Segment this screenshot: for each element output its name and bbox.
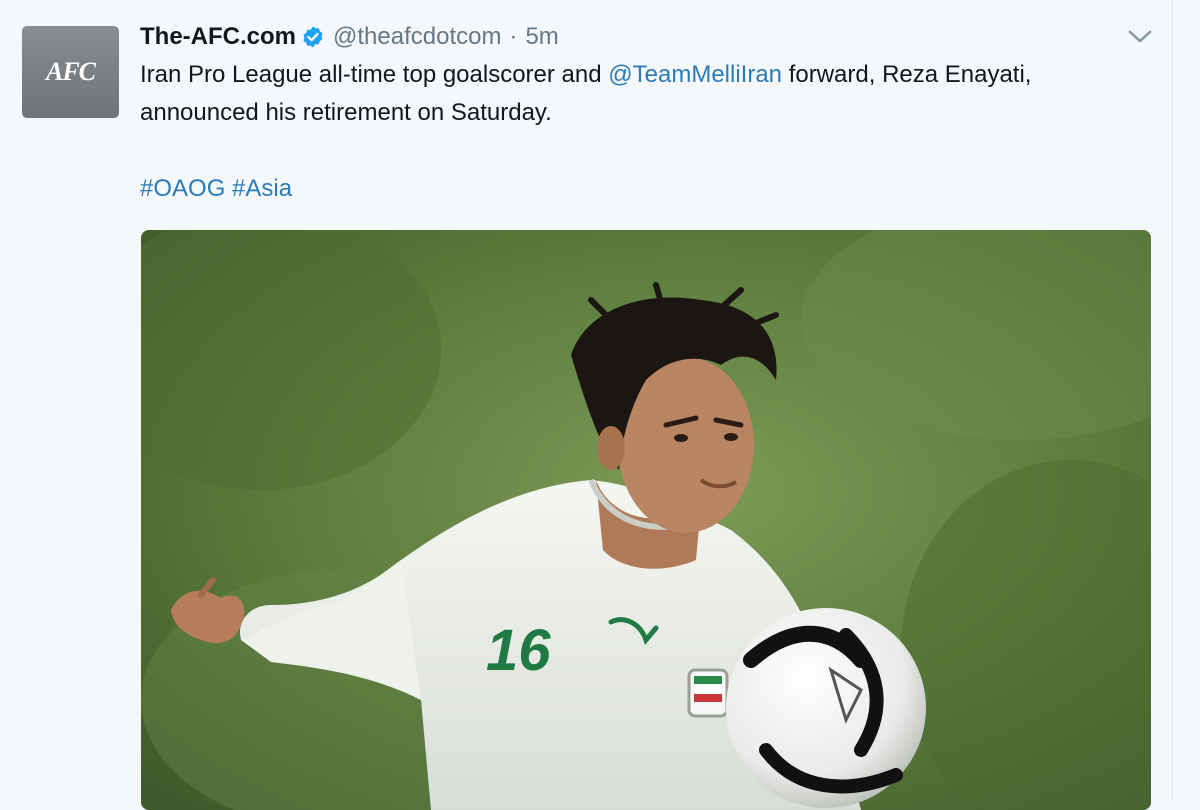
afc-logo: AFC bbox=[45, 57, 96, 87]
avatar[interactable]: AFC bbox=[22, 26, 119, 118]
chevron-down-icon[interactable] bbox=[1126, 28, 1154, 46]
tweet-photo[interactable]: 16 bbox=[141, 230, 1151, 810]
divider bbox=[1172, 0, 1173, 800]
handle[interactable]: @theafcdotcom bbox=[333, 23, 501, 51]
mention-link[interactable]: @TeamMelliIran bbox=[608, 61, 782, 88]
verified-badge-icon bbox=[301, 25, 325, 49]
tweet-text-part1: Iran Pro League all-time top goalscorer … bbox=[140, 61, 609, 88]
tweet-header: The-AFC.com @theafcdotcom · 5m bbox=[140, 20, 559, 54]
tweet-text: Iran Pro League all-time top goalscorer … bbox=[140, 56, 1150, 132]
display-name[interactable]: The-AFC.com bbox=[140, 23, 296, 51]
afc-logo-text: AFC bbox=[45, 57, 96, 86]
hashtag-list: #OAOG #Asia bbox=[140, 170, 292, 208]
tweet-card[interactable]: AFC The-AFC.com @theafcdotcom · 5m Iran … bbox=[0, 0, 1200, 810]
timestamp[interactable]: 5m bbox=[525, 23, 558, 51]
football-player-photo: 16 bbox=[141, 230, 1151, 810]
separator-dot: · bbox=[509, 23, 518, 50]
hashtag-oaog[interactable]: #OAOG bbox=[140, 175, 225, 202]
hashtag-asia[interactable]: #Asia bbox=[232, 175, 292, 202]
jersey-number: 16 bbox=[486, 618, 551, 683]
